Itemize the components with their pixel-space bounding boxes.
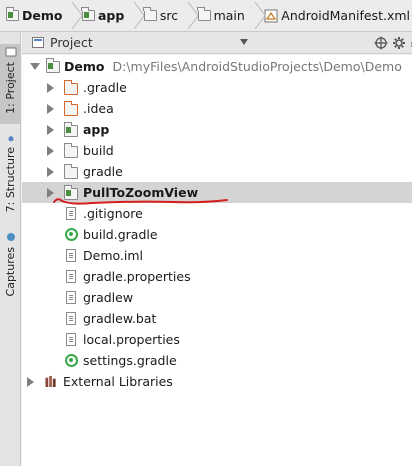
folder-icon (63, 164, 78, 179)
tree-item-gitignore[interactable]: .gitignore (22, 203, 412, 224)
library-icon (45, 375, 56, 387)
breadcrumb-label: main (213, 8, 245, 23)
tree-item-label: .gradle (83, 80, 127, 95)
folder-icon (143, 7, 157, 21)
tree-item-build[interactable]: build (22, 140, 412, 161)
breadcrumb-manifest[interactable]: AndroidManifest.xml (262, 0, 412, 32)
hide-panel-icon[interactable] (408, 36, 412, 50)
tree-item-label: build.gradle (83, 227, 158, 242)
project-tree: Demo D:\myFiles\AndroidStudioProjects\Dem… (22, 55, 412, 466)
captures-tab-icon (6, 233, 15, 241)
scroll-from-source-icon[interactable] (374, 36, 388, 50)
breadcrumb-separator (130, 0, 139, 32)
tab-structure-label: 7: Structure (4, 146, 17, 212)
orange-folder-icon (63, 80, 78, 95)
breadcrumb-src[interactable]: src (142, 0, 180, 32)
tree-item-settings-gradle[interactable]: settings.gradle (22, 350, 412, 371)
collapse-arrow-icon[interactable] (30, 63, 40, 70)
breadcrumb-app[interactable]: app (80, 0, 126, 32)
breadcrumb-label: AndroidManifest.xml (281, 8, 410, 23)
tree-item-label: gradlew (83, 290, 134, 305)
text-file-icon (66, 249, 76, 262)
breadcrumb-separator (251, 0, 260, 32)
tree-item-gradlew-bat[interactable]: gradlew.bat (22, 308, 412, 329)
tree-item-label: gradle.properties (83, 269, 191, 284)
tree-item-gradle[interactable]: gradle (22, 161, 412, 182)
folder-icon (197, 7, 211, 21)
gradle-icon (65, 354, 78, 367)
tab-project-label: 1: Project (4, 62, 17, 114)
orange-folder-icon (63, 101, 78, 116)
tree-item-idea[interactable]: .idea (22, 98, 412, 119)
properties-file-icon (66, 270, 76, 283)
breadcrumb-label: src (159, 8, 179, 23)
tree-item-gradle-dir[interactable]: .gradle (22, 77, 412, 98)
properties-file-icon (66, 333, 76, 346)
breadcrumb: Demo app src main AndroidManifest.xml (0, 0, 412, 32)
gradle-icon (65, 228, 78, 241)
breadcrumb-label: app (97, 8, 125, 23)
chevron-down-icon[interactable] (240, 39, 248, 45)
expand-arrow-icon[interactable] (47, 167, 54, 177)
project-folder-icon (45, 58, 60, 73)
structure-tab-icon (7, 136, 14, 142)
expand-arrow-icon[interactable] (47, 83, 54, 93)
tab-project[interactable]: 1: Project (0, 44, 21, 124)
tree-item-label: .idea (83, 101, 114, 116)
manifest-file-icon (264, 8, 278, 23)
gear-icon[interactable] (392, 36, 406, 50)
tree-root-path: D:\myFiles\AndroidStudioProjects\Demo\De… (112, 59, 402, 74)
breadcrumb-separator (68, 0, 77, 32)
project-view-selector[interactable]: Project (50, 35, 93, 50)
expand-arrow-icon[interactable] (27, 377, 34, 387)
tree-item-label: Demo.iml (83, 248, 144, 263)
tree-item-label: build (83, 143, 114, 158)
tree-item-label: External Libraries (63, 374, 173, 389)
tree-item-app[interactable]: app (22, 119, 412, 140)
tree-item-label: .gitignore (83, 206, 143, 221)
tree-item-build-gradle[interactable]: build.gradle (22, 224, 412, 245)
expand-arrow-icon[interactable] (47, 125, 54, 135)
tree-item-gradle-properties[interactable]: gradle.properties (22, 266, 412, 287)
breadcrumb-label: Demo (22, 8, 63, 23)
breadcrumb-demo[interactable]: Demo (4, 0, 64, 32)
tree-item-external-libraries[interactable]: External Libraries (22, 371, 412, 392)
tree-root-label: Demo D:\myFiles\AndroidStudioProjects\Dem… (64, 59, 402, 74)
project-tab-icon (5, 47, 16, 57)
tree-item-gradlew[interactable]: gradlew (22, 287, 412, 308)
project-view-icon (32, 37, 44, 48)
tree-item-label: local.properties (83, 332, 180, 347)
expand-arrow-icon[interactable] (47, 104, 54, 114)
tree-item-label: gradlew.bat (83, 311, 157, 326)
text-file-icon (66, 312, 76, 325)
tab-captures[interactable]: Captures (0, 228, 21, 298)
tree-item-label: app (83, 122, 110, 137)
tree-item-local-properties[interactable]: local.properties (22, 329, 412, 350)
tree-root-demo[interactable]: Demo D:\myFiles\AndroidStudioProjects\Dem… (22, 56, 412, 77)
breadcrumb-separator (184, 0, 193, 32)
tool-window-strip: 1: Project 7: Structure Captures (0, 32, 21, 466)
project-panel-header: Project (22, 32, 412, 54)
tree-item-demo-iml[interactable]: Demo.iml (22, 245, 412, 266)
tab-structure[interactable]: 7: Structure (0, 132, 21, 212)
tab-captures-label: Captures (4, 247, 17, 297)
module-folder-icon (63, 122, 78, 137)
text-file-icon (66, 291, 76, 304)
module-folder-icon (81, 7, 95, 21)
tree-item-label: settings.gradle (83, 353, 177, 368)
breadcrumb-main[interactable]: main (196, 0, 247, 32)
folder-icon (63, 143, 78, 158)
text-file-icon (66, 207, 76, 220)
expand-arrow-icon[interactable] (47, 146, 54, 156)
project-folder-icon (5, 7, 19, 21)
tree-item-label: gradle (83, 164, 123, 179)
